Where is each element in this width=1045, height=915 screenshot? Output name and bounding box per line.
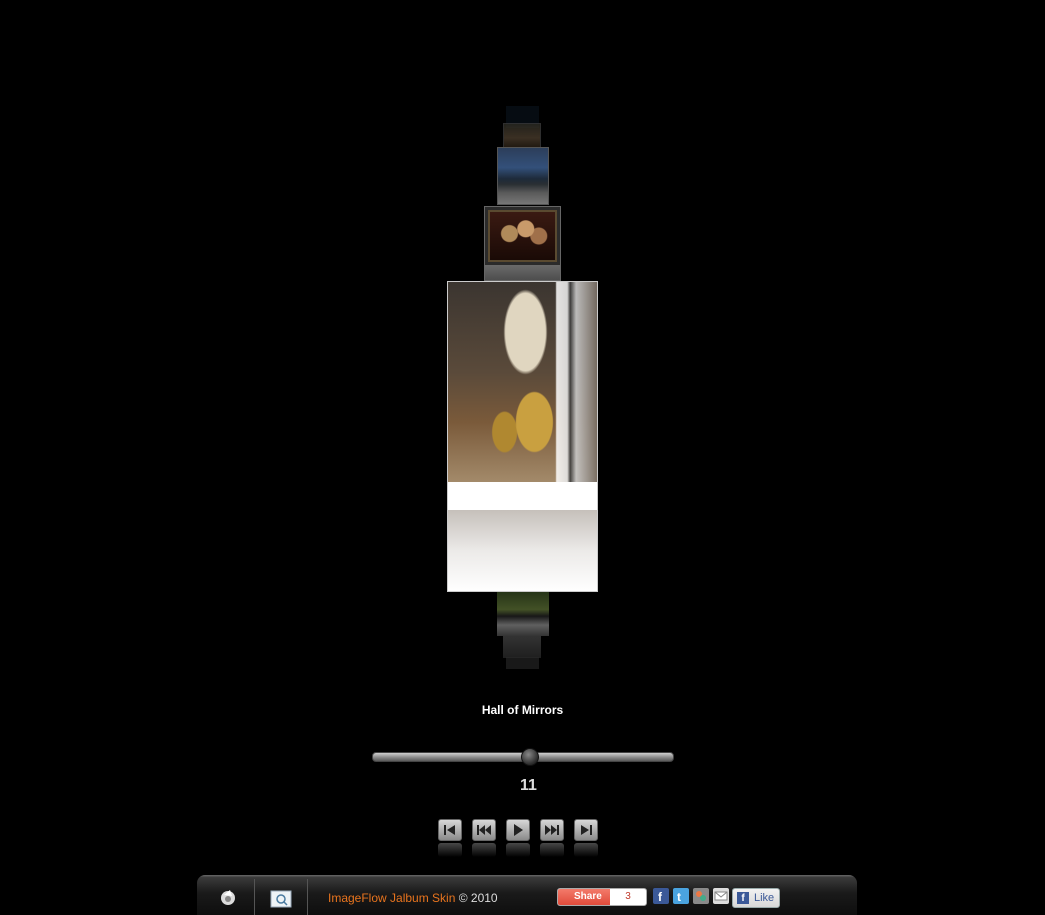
jalbum-logo-icon[interactable]: [218, 887, 238, 907]
skin-link[interactable]: ImageFlow Jalbum Skin: [328, 891, 455, 905]
email-icon[interactable]: [713, 888, 729, 904]
copyright-text: © 2010: [455, 891, 498, 905]
thumbnail[interactable]: [497, 592, 549, 636]
thumbnail[interactable]: [497, 147, 549, 205]
footer-bar: ImageFlow Jalbum Skin © 2010 Share 3 f t…: [197, 875, 857, 915]
image-slider[interactable]: [372, 748, 674, 766]
selected-image[interactable]: [447, 281, 598, 592]
share-label: Share: [574, 891, 602, 902]
image-caption: Hall of Mirrors: [481, 703, 564, 717]
share-count: 3: [625, 891, 631, 902]
thumbnail[interactable]: [503, 123, 541, 148]
fast-forward-icon: [545, 825, 559, 835]
rewind-icon: [477, 825, 491, 835]
share-button[interactable]: Share 3: [557, 888, 647, 906]
next-button[interactable]: [540, 819, 564, 859]
thumbnail-image: [488, 210, 557, 262]
thumbnail-reflection: [485, 265, 560, 280]
last-icon: [581, 825, 592, 835]
bookmark-icon[interactable]: [693, 888, 709, 904]
image-counter: 11: [520, 777, 537, 794]
facebook-icon: f: [737, 892, 749, 904]
play-button[interactable]: [506, 819, 530, 859]
first-button[interactable]: [438, 819, 462, 859]
previous-button[interactable]: [472, 819, 496, 859]
facebook-like-button[interactable]: f Like: [732, 888, 780, 908]
thumbnail[interactable]: [503, 636, 541, 658]
twitter-icon[interactable]: t: [673, 888, 689, 904]
selected-image-reflection: [448, 510, 597, 591]
facebook-icon[interactable]: f: [653, 888, 669, 904]
svg-text:f: f: [658, 890, 663, 904]
last-button[interactable]: [574, 819, 598, 859]
slider-knob[interactable]: [521, 748, 539, 766]
svg-text:t: t: [677, 890, 681, 904]
thumbnail[interactable]: [506, 657, 539, 669]
image-flow: [0, 0, 1045, 700]
selected-image-photo: [448, 282, 597, 482]
first-icon: [444, 825, 455, 835]
play-icon: [514, 824, 523, 836]
like-label: Like: [754, 892, 775, 904]
footer-credit: ImageFlow Jalbum Skin © 2010: [328, 891, 498, 905]
zoom-icon[interactable]: [270, 890, 292, 908]
thumbnail[interactable]: [484, 206, 561, 281]
